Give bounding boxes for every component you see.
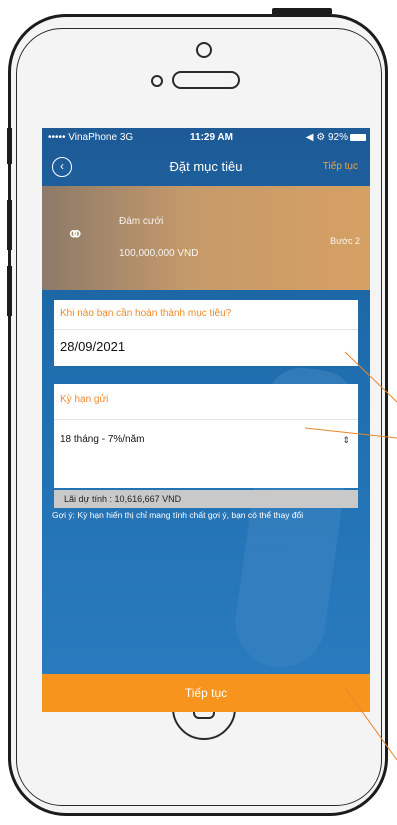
callout-lines xyxy=(304,351,397,761)
